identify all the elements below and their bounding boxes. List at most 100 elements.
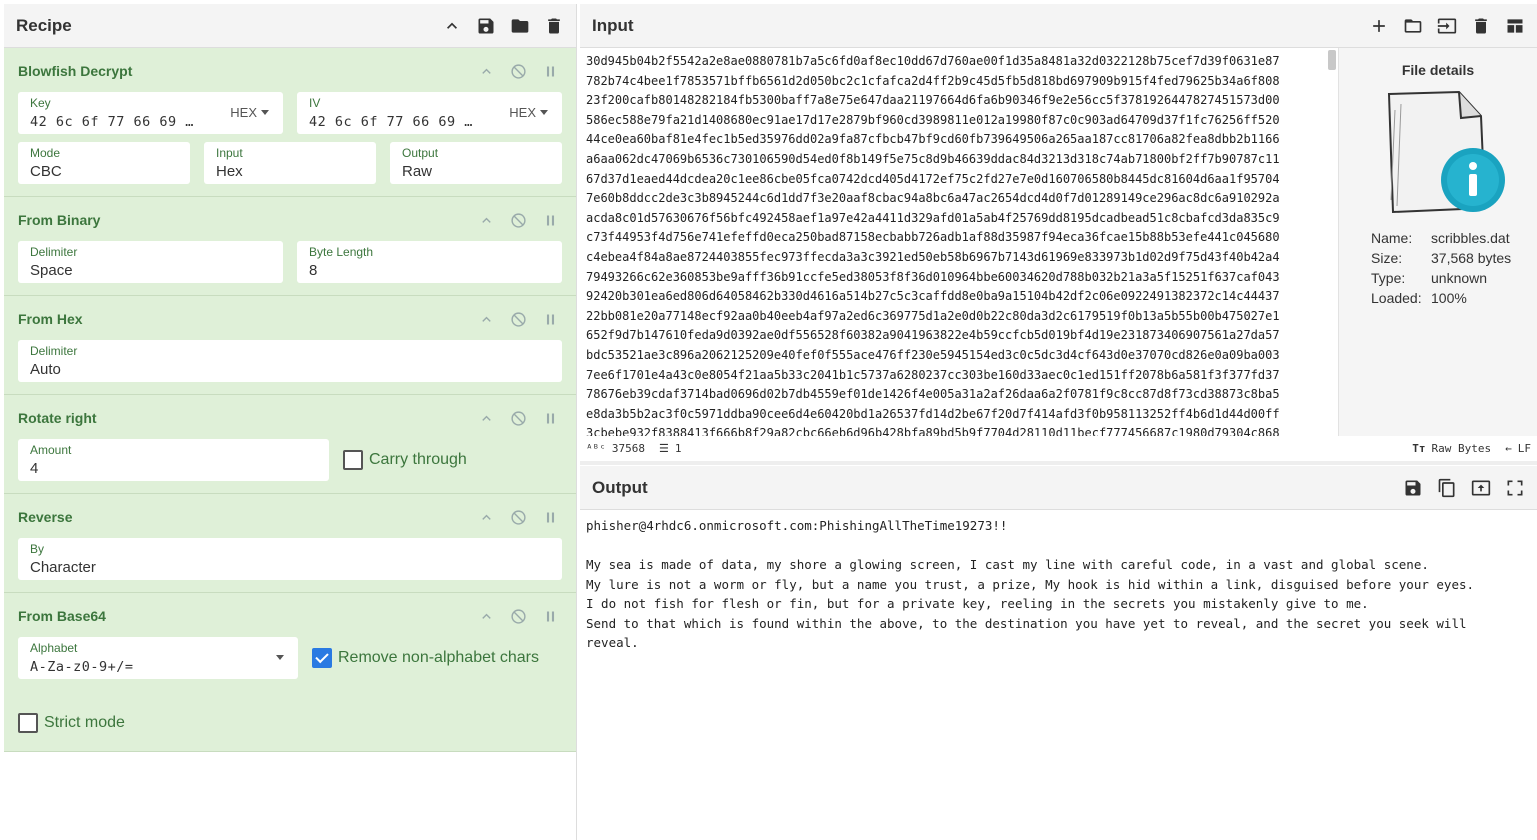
file-loaded-row: Loaded: 100% xyxy=(1371,288,1511,308)
file-name-key: Name: xyxy=(1371,230,1413,246)
input-line: c73f44953f4d756e741efeffd0eca250bad87158… xyxy=(586,230,1280,245)
input-line: c4ebea4f84a8ae8724403855fec973ffecda3a3c… xyxy=(586,249,1280,264)
delimiter-value: Space xyxy=(30,262,73,279)
amount-input[interactable]: Amount 4 xyxy=(18,439,329,481)
pause-icon[interactable] xyxy=(540,309,560,329)
collapse-all-icon[interactable] xyxy=(442,16,462,36)
alphabet-label: Alphabet xyxy=(30,641,78,655)
iv-format-dropdown[interactable]: HEX xyxy=(509,105,548,120)
hex-delimiter-select[interactable]: Delimiter Auto xyxy=(18,340,562,382)
input-title: Input xyxy=(592,15,634,35)
add-tab-plus-icon[interactable] xyxy=(1369,16,1389,36)
disable-op-icon[interactable] xyxy=(508,408,528,428)
input-line: e8da3b5b2ac3f0c5971ddba90cee6d4e60420bd1… xyxy=(586,406,1280,421)
copy-output-icon[interactable] xyxy=(1437,478,1457,498)
eol-selector[interactable]: ← LF xyxy=(1505,442,1531,455)
reset-layout-icon[interactable] xyxy=(1505,16,1525,36)
input-scrollbar[interactable] xyxy=(1328,50,1336,70)
input-line: 7ee6f1701e4a43c0e8054f21aa5b33c2041b1c57… xyxy=(586,367,1280,382)
input-line-count: 1 xyxy=(674,441,682,455)
op-title: Reverse xyxy=(18,509,73,525)
chevron-up-icon[interactable] xyxy=(476,61,496,81)
carry-through-box[interactable] xyxy=(343,450,363,470)
carry-through-checkbox[interactable]: Carry through xyxy=(343,450,467,470)
file-type-value: unknown xyxy=(1431,270,1488,286)
pause-icon[interactable] xyxy=(540,507,560,527)
clear-recipe-trash-icon[interactable] xyxy=(544,16,564,36)
alphabet-dropdown-caret[interactable] xyxy=(272,650,284,665)
input-line: 44ce0ea60baf81e4fec1b5ed35976dd02a9fa87c… xyxy=(586,132,1280,147)
strict-mode-box[interactable] xyxy=(18,713,38,733)
input-textarea[interactable]: 30d945b04b2f5542a2e8ae0880781b7a5c6fd0af… xyxy=(580,48,1336,436)
input-format-label: Input xyxy=(216,146,243,160)
op-title: From Binary xyxy=(18,212,101,228)
op-title: From Hex xyxy=(18,311,83,327)
pane-divider[interactable] xyxy=(580,461,1537,465)
output-format-select[interactable]: Output Raw xyxy=(390,142,562,184)
save-recipe-icon[interactable] xyxy=(476,16,496,36)
replace-input-with-output-icon[interactable] xyxy=(1471,478,1491,498)
mode-select[interactable]: Mode CBC xyxy=(18,142,190,184)
chevron-up-icon[interactable] xyxy=(476,606,496,626)
output-header: Output xyxy=(580,466,1537,510)
disable-op-icon[interactable] xyxy=(508,309,528,329)
input-status-bar: ᴬᴮᶜ 37568 ☰ 1 Tт Raw Bytes ← LF xyxy=(580,438,1537,458)
input-length: 37568 xyxy=(611,441,645,455)
alphabet-select[interactable]: Alphabet A-Za-z0-9+/= xyxy=(18,637,298,679)
reverse-by-value: Character xyxy=(30,559,96,576)
chevron-up-icon[interactable] xyxy=(476,507,496,527)
delimiter-label: Delimiter xyxy=(30,245,78,259)
strict-mode-checkbox[interactable]: Strict mode xyxy=(18,713,125,733)
remove-non-alphabet-box[interactable] xyxy=(312,648,332,668)
text-size-icon: Tт xyxy=(1412,441,1426,455)
hex-delimiter-label: Delimiter xyxy=(30,344,78,358)
op-title: Rotate right xyxy=(18,410,97,426)
open-file-input-icon[interactable] xyxy=(1437,16,1457,36)
remove-non-alphabet-label: Remove non-alphabet chars xyxy=(338,649,540,666)
open-folder-icon[interactable] xyxy=(1403,16,1423,36)
file-name-value: scribbles.dat xyxy=(1431,230,1510,246)
disable-op-icon[interactable] xyxy=(508,507,528,527)
encoding-selector[interactable]: Tт Raw Bytes xyxy=(1412,442,1491,455)
input-line: 586ec588e79fa21d1408680ec91ae17d17e2879b… xyxy=(586,112,1280,127)
length-abc-icon: ᴬᴮᶜ xyxy=(586,441,606,455)
input-line: 7e60b8ddcc2de3c3b8945244c6d1dd7f3e20aaf8… xyxy=(586,191,1280,206)
chevron-up-icon[interactable] xyxy=(476,309,496,329)
pause-icon[interactable] xyxy=(540,606,560,626)
byte-length-input[interactable]: Byte Length 8 xyxy=(297,241,562,283)
strict-mode-label: Strict mode xyxy=(44,714,125,731)
remove-non-alphabet-checkbox[interactable]: Remove non-alphabet chars xyxy=(312,648,539,668)
amount-label: Amount xyxy=(30,443,72,457)
pause-icon[interactable] xyxy=(540,408,560,428)
eol-label: LF xyxy=(1517,441,1531,455)
disable-op-icon[interactable] xyxy=(508,606,528,626)
output-text[interactable]: phisher@4rhdc6.onmicrosoft.com:PhishingA… xyxy=(580,510,1537,659)
input-line: acda8c01d57630676f56bfc492458aef1a97e42a… xyxy=(586,210,1280,225)
iv-field[interactable]: IV 42 6c 6f 77 66 69 … HEX xyxy=(297,92,562,134)
pause-icon[interactable] xyxy=(540,210,560,230)
recipe-title: Recipe xyxy=(16,15,72,35)
lines-icon: ☰ xyxy=(659,441,669,455)
disable-op-icon[interactable] xyxy=(508,61,528,81)
clear-input-trash-icon[interactable] xyxy=(1471,16,1491,36)
chevron-up-icon[interactable] xyxy=(476,210,496,230)
mode-label: Mode xyxy=(30,146,61,160)
chevron-up-icon[interactable] xyxy=(476,408,496,428)
op-title: Blowfish Decrypt xyxy=(18,63,133,79)
pause-icon[interactable] xyxy=(540,61,560,81)
save-output-icon[interactable] xyxy=(1403,478,1423,498)
load-recipe-folder-icon[interactable] xyxy=(510,16,530,36)
file-details-title: File details xyxy=(1401,62,1475,78)
op-from-binary: From Binary Delimiter Space Byte Length … xyxy=(4,197,576,296)
carry-through-label: Carry through xyxy=(369,451,467,468)
key-field[interactable]: Key 42 6c 6f 77 66 69 … HEX xyxy=(18,92,283,134)
delimiter-select[interactable]: Delimiter Space xyxy=(18,241,283,283)
file-details-panel: File details Name: scribbles.dat Size: 37,… xyxy=(1338,48,1537,436)
reverse-by-select[interactable]: By Character xyxy=(18,538,562,580)
maximise-output-icon[interactable] xyxy=(1505,478,1525,498)
input-format-select[interactable]: Input Hex xyxy=(204,142,376,184)
key-format-dropdown[interactable]: HEX xyxy=(230,105,269,120)
input-line: 23f200cafb80148282184fb5300baff7a8e75e64… xyxy=(586,93,1280,108)
disable-op-icon[interactable] xyxy=(508,210,528,230)
return-arrow-icon: ← xyxy=(1505,441,1512,455)
